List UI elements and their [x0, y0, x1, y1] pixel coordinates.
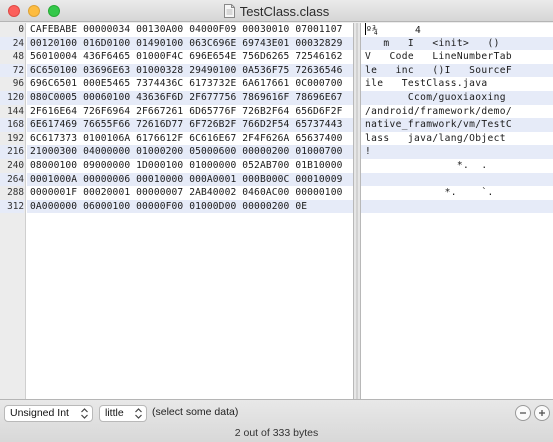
add-button[interactable]	[534, 405, 550, 421]
minus-icon	[520, 412, 526, 414]
hex-row[interactable]: 08000100 09000000 1D000100 01000000 052A…	[27, 159, 353, 173]
ascii-row[interactable]: *. .	[361, 159, 553, 173]
window-title: TestClass.class	[0, 3, 553, 21]
offset-label: 0	[18, 24, 24, 35]
ascii-row[interactable]: !	[361, 145, 553, 159]
offset-label: 48	[12, 51, 24, 63]
endianness-select[interactable]: little	[99, 405, 147, 422]
hex-row[interactable]: 6C617373 0100106A 6176612F 6C616E67 2F4F…	[27, 132, 353, 146]
ascii-row[interactable]: m I <init> ()	[361, 36, 553, 51]
editor-content: 0 24 48 72 96 120 144 168 192 216 240 264 288 312 CAF…	[0, 23, 553, 399]
data-type-select-value: Unsigned Int	[10, 407, 69, 419]
hex-editor-window: TestClass.class 0 24 48 72 96 120 144 168 192 216…	[0, 0, 553, 442]
chevron-updown-icon	[81, 408, 88, 419]
hex-row[interactable]: 21000300 04000000 01000200 05000600 0000…	[27, 145, 353, 159]
data-type-select[interactable]: Unsigned Int	[4, 405, 93, 422]
endianness-select-value: little	[105, 407, 124, 419]
hex-row[interactable]: 56010004 436F6465 01000F4C 696E654E 756D…	[27, 50, 353, 64]
offset-label: 312	[0, 199, 24, 214]
ascii-pane[interactable]: º¾ 4 m I <init> () V Code LineNumberTab le…	[361, 23, 553, 399]
ascii-row[interactable]: lass java/lang/Object	[361, 132, 553, 146]
document-icon	[223, 4, 235, 18]
remove-button[interactable]	[515, 405, 531, 421]
offset-label: 240	[7, 160, 24, 171]
plus-icon	[539, 410, 545, 416]
title-bar[interactable]: TestClass.class	[0, 0, 553, 22]
hex-row[interactable]: 0000001F 00020001 00000007 2AB40002 0460…	[27, 186, 353, 200]
ascii-row[interactable]	[361, 199, 553, 214]
text-caret	[365, 23, 366, 35]
bottom-bar: Unsigned Int little (select some data) 2…	[0, 399, 553, 442]
hex-pane[interactable]: CAFEBABE 00000034 00130A00 04000F09 0003…	[27, 23, 353, 399]
hex-row[interactable]: 080C0005 00060100 43636F6D 2F677756 7869…	[27, 91, 353, 105]
offset-label: 216	[0, 145, 24, 159]
hex-row[interactable]: 0001000A 00000006 00010000 000A0001 000B…	[27, 172, 353, 187]
offset-label: 96	[12, 78, 24, 90]
hex-row[interactable]: 696C6501 000E5465 7374436C 6173732E 6A61…	[27, 77, 353, 91]
hex-row[interactable]: 6C650100 03696E63 01000328 29490100 0A53…	[27, 63, 353, 78]
ascii-row[interactable]: /android/framework/demo/	[361, 105, 553, 119]
offset-gutter: 0 24 48 72 96 120 144 168 192 216 240 264 288 312	[0, 23, 26, 399]
offset-label: 120	[0, 91, 24, 105]
ascii-row[interactable]: V Code LineNumberTab	[361, 50, 553, 64]
chevron-updown-icon	[135, 408, 142, 419]
ascii-row[interactable]: native_framwork/vm/TestC	[361, 118, 553, 132]
ascii-row[interactable]: ile TestClass.java	[361, 77, 553, 91]
status-text: 2 out of 333 bytes	[234, 427, 319, 439]
hex-row[interactable]: 2F616E64 726F6964 2F667261 6D65776F 726B…	[27, 105, 353, 119]
offset-label: 168	[0, 118, 24, 132]
offset-label: 144	[7, 105, 24, 117]
offset-label: 72	[0, 63, 24, 78]
ascii-row[interactable]	[361, 172, 553, 187]
pane-splitter[interactable]	[353, 23, 361, 399]
ascii-row[interactable]: Ccom/guoxiaoxing	[361, 91, 553, 105]
ascii-row[interactable]: º¾ 4	[361, 23, 553, 37]
offset-label: 192	[7, 132, 24, 144]
ascii-row[interactable]: *. `.	[361, 186, 553, 200]
offset-label: 288	[7, 187, 24, 199]
hex-row[interactable]: 0A000000 06000100 00000F00 01000D00 0000…	[27, 199, 353, 214]
offset-label: 24	[0, 36, 24, 51]
ascii-row[interactable]: le inc ()I SourceF	[361, 63, 553, 78]
window-title-text: TestClass.class	[239, 4, 330, 19]
offset-label: 264	[0, 172, 24, 187]
selection-hint: (select some data)	[152, 406, 239, 418]
hex-row[interactable]: 6E617469 76655F66 72616D77 6F726B2F 766D…	[27, 118, 353, 132]
hex-row[interactable]: CAFEBABE 00000034 00130A00 04000F09 0003…	[27, 23, 353, 37]
hex-row[interactable]: 00120100 016D0100 01490100 063C696E 6974…	[27, 36, 353, 51]
